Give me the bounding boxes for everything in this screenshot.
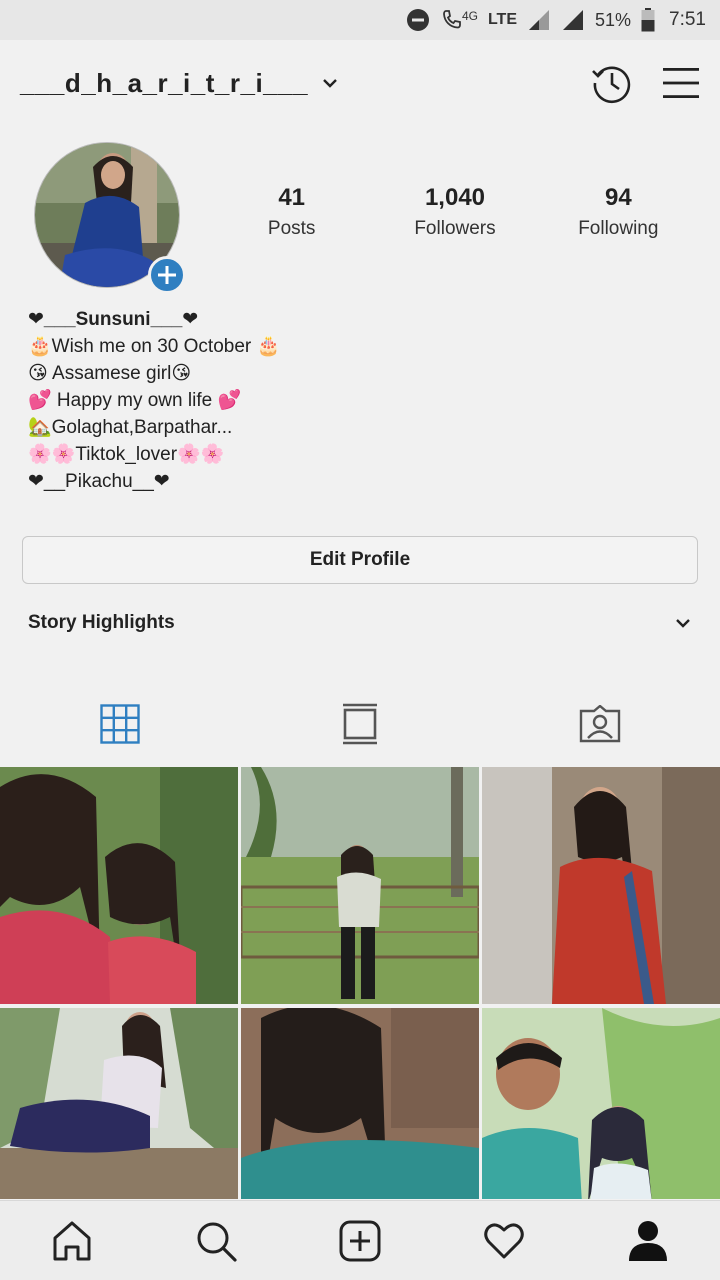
stat-label: Following bbox=[578, 218, 659, 239]
chevron-down-icon[interactable] bbox=[322, 77, 338, 89]
battery-percent: 51% bbox=[594, 9, 632, 30]
profile-icon bbox=[629, 1220, 667, 1261]
home-icon bbox=[53, 1221, 91, 1260]
stat-posts[interactable]: 41 Posts bbox=[210, 184, 373, 240]
bio-line: 🌸🌸Tiktok_lover🌸🌸 bbox=[28, 444, 225, 465]
chevron-down-icon bbox=[674, 617, 692, 629]
igtv-icon bbox=[343, 703, 377, 745]
posts-grid bbox=[0, 767, 720, 1199]
post-thumbnail[interactable] bbox=[482, 767, 720, 1004]
profile-stats: 41 Posts 1,040 Followers 94 Following bbox=[210, 184, 700, 240]
post-thumbnail[interactable] bbox=[241, 767, 479, 1004]
clock-time: 7:51 bbox=[669, 9, 706, 30]
activity-heart-icon bbox=[484, 1223, 524, 1258]
post-thumbnail[interactable] bbox=[241, 1008, 479, 1199]
battery-icon bbox=[641, 8, 655, 32]
post-thumbnail[interactable] bbox=[0, 767, 238, 1004]
bio-name: ❤___Sunsuni___❤ bbox=[28, 309, 199, 330]
nav-activity[interactable] bbox=[464, 1206, 544, 1276]
do-not-disturb-icon bbox=[406, 8, 430, 32]
profile-bio: ❤___Sunsuni___❤ 🎂Wish me on 30 October 🎂… bbox=[28, 306, 688, 495]
bio-line: 💕 Happy my own life 💕 bbox=[28, 390, 242, 411]
bio-line: 😘 Assamese girl😘 bbox=[28, 363, 192, 384]
menu-icon[interactable] bbox=[662, 66, 700, 100]
search-icon bbox=[197, 1222, 237, 1262]
header-actions bbox=[590, 61, 700, 105]
new-post-icon bbox=[339, 1220, 381, 1261]
status-bar: 4G LTE 51% 7:51 bbox=[0, 0, 720, 40]
edit-profile-button[interactable]: Edit Profile bbox=[22, 536, 698, 584]
profile-summary: 41 Posts 1,040 Followers 94 Following bbox=[0, 140, 720, 300]
network-lte-label: LTE bbox=[487, 11, 517, 28]
signal-icon-1 bbox=[527, 8, 551, 32]
bio-line: 🏡Golaghat,Barpathar... bbox=[28, 417, 233, 438]
nav-profile[interactable] bbox=[608, 1206, 688, 1276]
nav-new-post[interactable] bbox=[320, 1206, 400, 1276]
signal-icon-2 bbox=[561, 8, 585, 32]
avatar[interactable] bbox=[34, 142, 186, 294]
tab-grid[interactable] bbox=[0, 684, 240, 764]
nav-search[interactable] bbox=[176, 1206, 256, 1276]
bio-line: 🎂Wish me on 30 October 🎂 bbox=[28, 336, 281, 357]
profile-header: ___d_h_a_r_i_t_r_i___ bbox=[0, 40, 720, 126]
plus-icon bbox=[158, 266, 176, 284]
bio-line: ❤__Pikachu__❤ bbox=[28, 471, 170, 492]
stat-followers[interactable]: 1,040 Followers bbox=[373, 184, 536, 240]
stat-value: 41 bbox=[278, 184, 306, 211]
tab-igtv[interactable] bbox=[240, 684, 480, 764]
stat-value: 1,040 bbox=[424, 184, 486, 211]
story-highlights-title: Story Highlights bbox=[28, 612, 175, 633]
stat-label: Followers bbox=[414, 218, 496, 239]
bottom-navigation bbox=[0, 1200, 720, 1280]
add-story-button[interactable] bbox=[148, 256, 186, 294]
grid-icon bbox=[100, 704, 140, 744]
tab-tagged[interactable] bbox=[480, 684, 720, 764]
username-label[interactable]: ___d_h_a_r_i_t_r_i___ bbox=[20, 68, 308, 99]
profile-tabs bbox=[0, 684, 720, 764]
stat-label: Posts bbox=[267, 218, 316, 239]
stat-value: 94 bbox=[604, 184, 632, 211]
story-highlights-toggle[interactable]: Story Highlights bbox=[28, 606, 692, 640]
tagged-icon bbox=[579, 705, 621, 743]
post-thumbnail[interactable] bbox=[0, 1008, 238, 1199]
post-thumbnail[interactable] bbox=[482, 1008, 720, 1199]
stat-following[interactable]: 94 Following bbox=[537, 184, 700, 240]
volte-call-icon bbox=[440, 8, 464, 32]
nav-home[interactable] bbox=[32, 1206, 112, 1276]
network-4g-label: 4G bbox=[461, 9, 478, 23]
history-icon[interactable] bbox=[590, 61, 634, 105]
